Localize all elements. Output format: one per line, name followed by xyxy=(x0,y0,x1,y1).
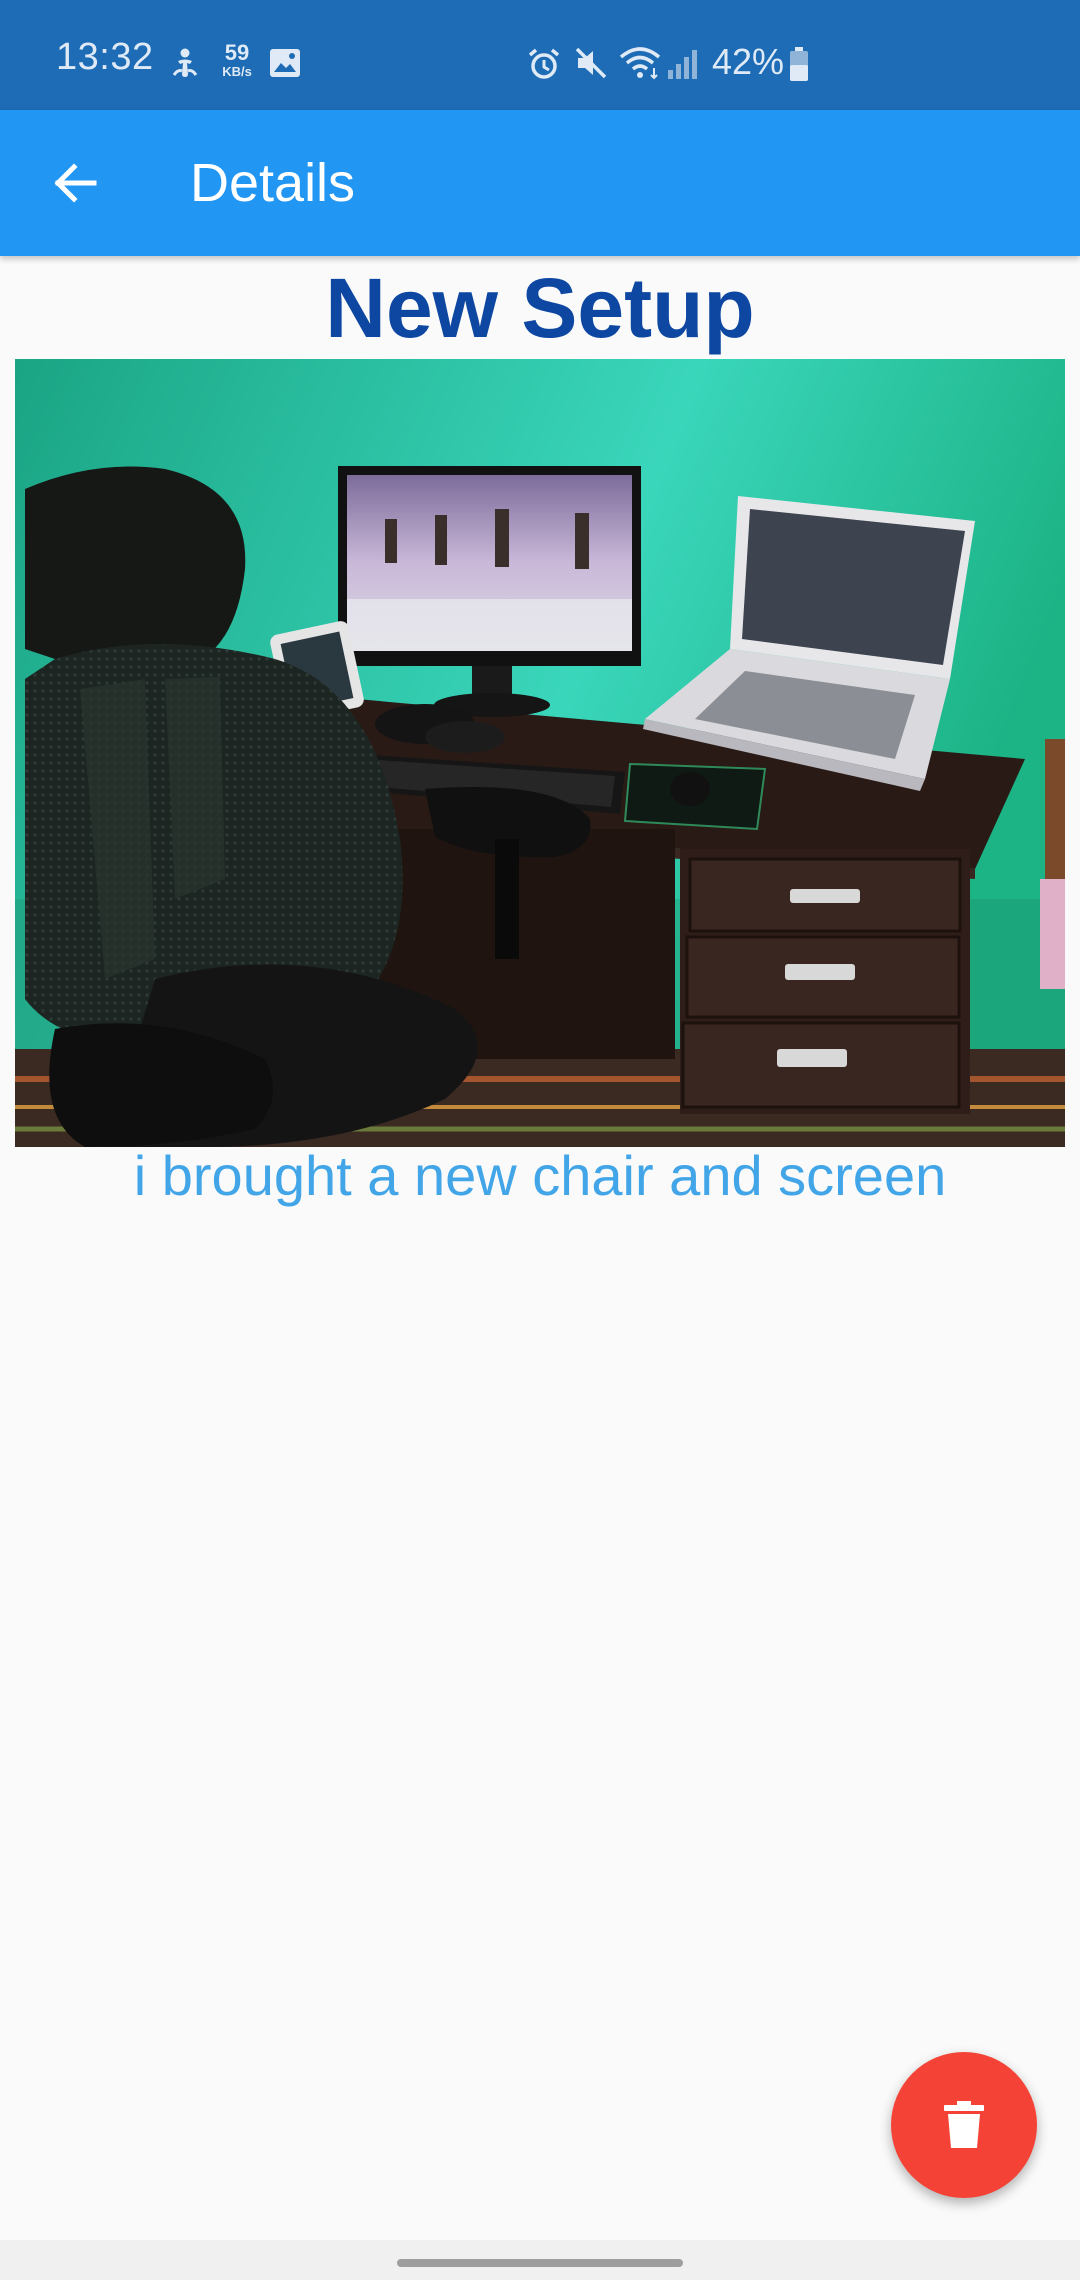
battery-icon xyxy=(790,47,808,81)
delete-button[interactable] xyxy=(891,2052,1037,2198)
mute-icon xyxy=(575,47,607,79)
image-icon xyxy=(270,49,300,77)
alarm-icon xyxy=(528,48,560,79)
status-bar: 13:32 59 KB/s 42% xyxy=(0,0,1080,110)
back-button[interactable] xyxy=(40,148,110,218)
post-photo xyxy=(15,359,1065,1147)
home-gesture-handle[interactable] xyxy=(397,2259,683,2267)
app-bar: Details xyxy=(0,110,1080,256)
network-speed: 59 KB/s xyxy=(222,40,252,79)
status-time: 13:32 xyxy=(56,36,154,78)
post-caption: i brought a new chair and screen xyxy=(133,1144,947,1207)
trash-icon xyxy=(944,2101,984,2148)
signal-icon xyxy=(668,50,697,79)
post-title: New Setup xyxy=(325,261,755,355)
navigation-bar xyxy=(0,2240,1080,2280)
battery-percent: 42% xyxy=(712,41,785,82)
wifi-icon xyxy=(619,47,661,80)
arrow-left-icon xyxy=(54,163,97,203)
accessibility-icon xyxy=(172,48,198,77)
app-bar-title: Details xyxy=(190,153,356,213)
